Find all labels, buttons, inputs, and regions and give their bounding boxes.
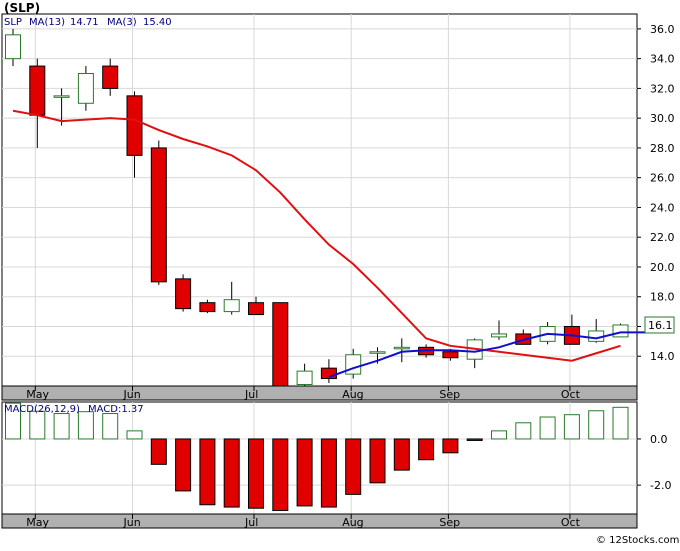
macd-legend-label: MACD(26,12,9) (4, 404, 80, 415)
legend-symbol: SLP (4, 17, 22, 28)
candle-down (126, 95, 143, 156)
macd-date-label: May (26, 516, 49, 529)
macd-bar-positive (588, 410, 605, 440)
macd-bar-negative (320, 438, 337, 508)
price-date-label: Aug (342, 388, 363, 401)
macd-bar-positive (491, 430, 507, 440)
price-date-label: Jul (244, 388, 258, 401)
price-tick-label: 18.0 (650, 291, 675, 304)
macd-bar-positive (539, 416, 556, 440)
candle-down (102, 65, 119, 89)
macd-bar-negative (175, 438, 192, 492)
macd-date-label: Jul (244, 516, 258, 529)
macd-bar-negative (296, 438, 313, 507)
candle-up (612, 324, 629, 338)
macd-bar-negative (418, 438, 435, 461)
macd-bar-negative (248, 438, 264, 509)
macd-bar-negative (466, 438, 483, 441)
candle-down (442, 351, 459, 359)
macd-tick-label: 0.0 (650, 433, 668, 446)
macd-bar-positive (515, 422, 532, 440)
candle-up (296, 370, 313, 386)
macd-date-band (1, 513, 638, 529)
chart-svg: 36.0 34.0 32.0 30.0 28.0 26.0 24.0 22.0 20.0 18.0… (1, 1, 679, 546)
candle-up (5, 34, 21, 60)
macd-bar-negative (393, 438, 410, 471)
macd-bar-positive (53, 413, 70, 440)
watermark: © 12Stocks.com (596, 535, 679, 546)
price-date-label: Oct (561, 388, 581, 401)
price-date-label: Jun (123, 388, 141, 401)
macd-bar-negative (345, 438, 362, 495)
macd-bar-negative (150, 438, 167, 465)
candle-down (199, 302, 216, 313)
candle-up (223, 299, 240, 313)
price-date-label: May (26, 388, 49, 401)
candle-up (53, 95, 70, 98)
legend-ma3-label: MA(3) (107, 17, 137, 28)
price-tick-label: 24.0 (650, 201, 675, 214)
macd-panel: 0.0 -2.0 May Jun Jul Aug Sep Oct (1, 401, 671, 529)
legend-ma3-value: 15.40 (143, 17, 172, 28)
price-tick-label: 22.0 (650, 231, 675, 244)
macd-date-label: Oct (561, 516, 581, 529)
price-tick-label: 34.0 (650, 53, 675, 66)
candle-down (150, 147, 167, 283)
candle-up (369, 351, 386, 354)
price-tick-label: 20.0 (650, 261, 675, 274)
candle-up (345, 354, 362, 375)
price-tick-label: 28.0 (650, 142, 675, 155)
macd-bar-positive (612, 406, 629, 440)
candle-up (393, 346, 410, 350)
price-tick-label: 32.0 (650, 82, 675, 95)
price-tick-label: 14.0 (650, 350, 675, 363)
macd-bar-positive (29, 410, 46, 440)
macd-bar-negative (272, 438, 289, 512)
macd-date-label: Sep (439, 516, 460, 529)
macd-bar-positive (126, 430, 143, 440)
macd-bar-positive (77, 411, 94, 440)
last-price-label: 16.1 (648, 319, 673, 332)
macd-bar-negative (223, 438, 240, 508)
price-tick-label: 26.0 (650, 172, 675, 185)
price-date-band (1, 385, 638, 401)
candle-down (272, 302, 289, 387)
macd-legend-value: MACD:1.37 (88, 404, 144, 415)
chart-title: (SLP) (4, 1, 40, 15)
macd-date-label: Aug (342, 516, 363, 529)
price-panel: 36.0 34.0 32.0 30.0 28.0 26.0 24.0 22.0 20.0 18.0… (1, 13, 675, 401)
price-date-label: Sep (439, 388, 460, 401)
legend-ma13-value: 14.71 (70, 17, 99, 28)
macd-bar-negative (442, 438, 459, 454)
candle-down (29, 65, 46, 116)
candle-up (77, 73, 94, 104)
macd-bar-positive (102, 413, 119, 440)
candle-up (491, 333, 507, 338)
macd-bar-positive (563, 414, 580, 440)
price-tick-label: 36.0 (650, 23, 675, 36)
candle-down (175, 278, 192, 310)
macd-tick-label: -2.0 (650, 479, 671, 492)
macd-bar-negative (369, 438, 386, 484)
macd-bar-negative (199, 438, 216, 506)
macd-date-label: Jun (123, 516, 141, 529)
candle-down (248, 302, 264, 316)
legend-ma13-label: MA(13) (29, 17, 65, 28)
price-tick-label: 30.0 (650, 112, 675, 125)
